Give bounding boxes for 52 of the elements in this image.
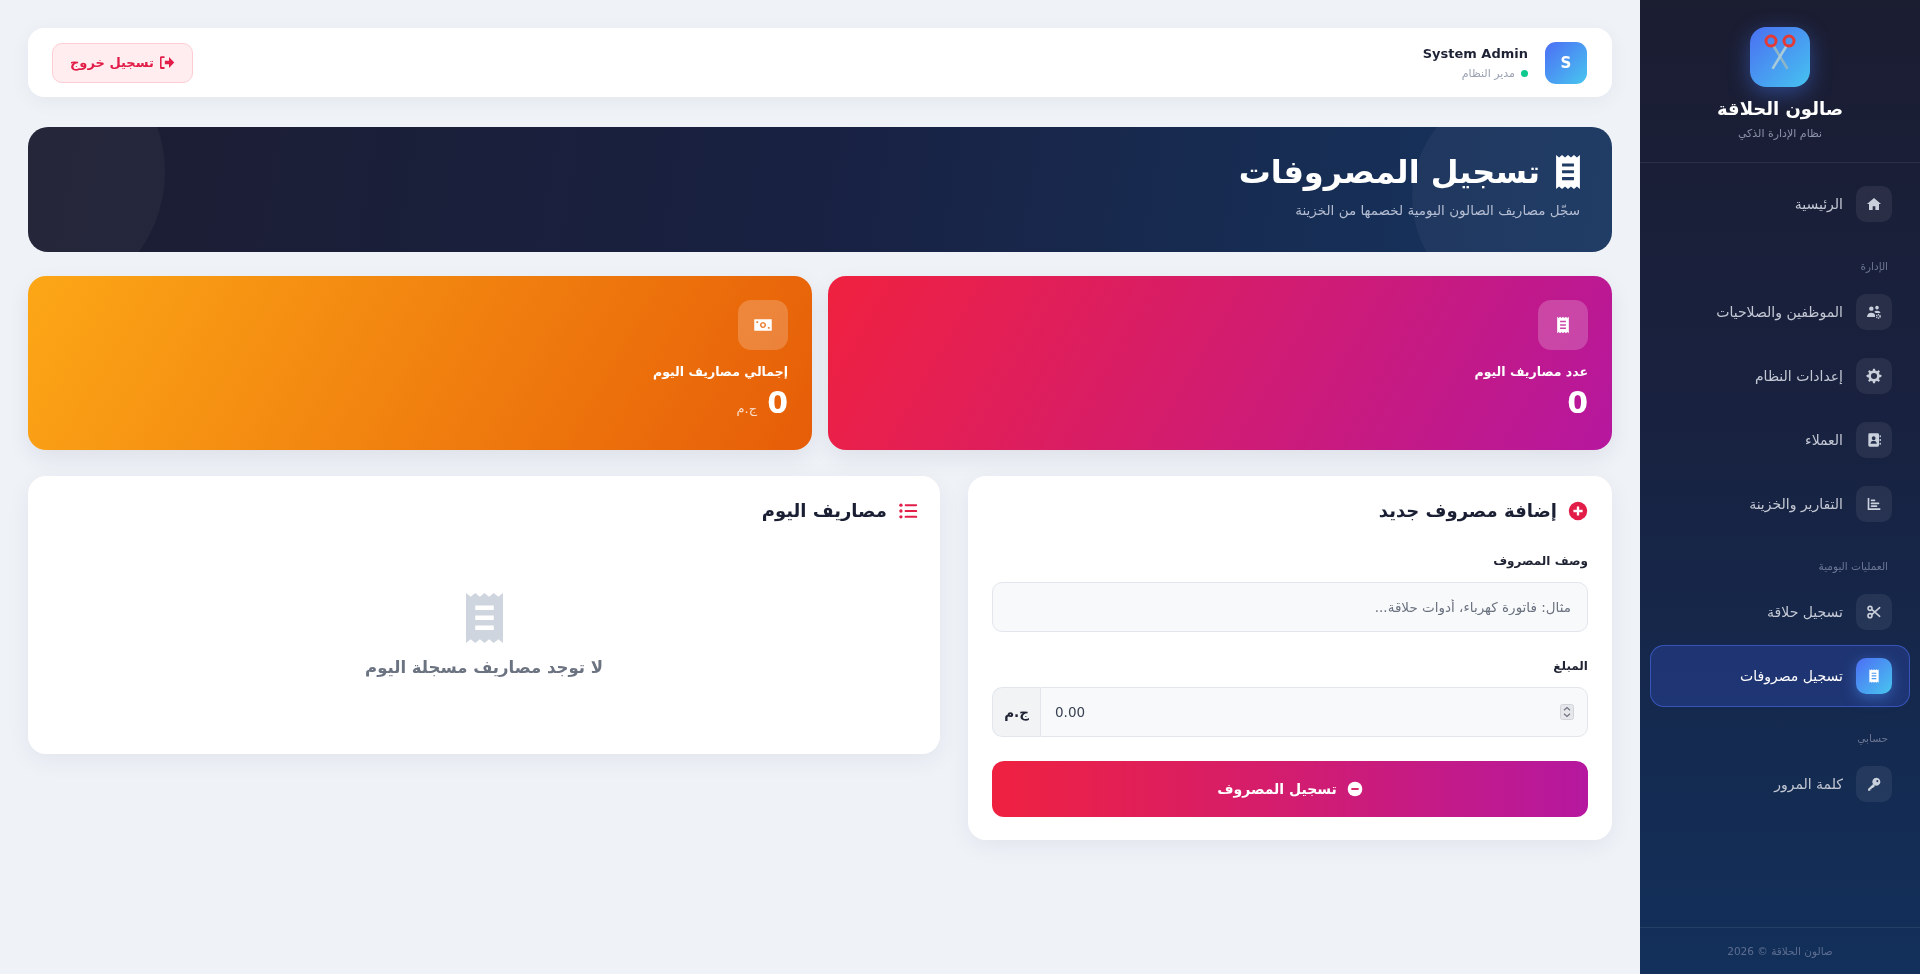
card-title: مصاريف اليوم bbox=[761, 499, 887, 524]
list-icon bbox=[898, 501, 918, 521]
scissors-icon bbox=[1856, 594, 1892, 630]
gear-icon bbox=[1856, 358, 1892, 394]
bar-chart-icon bbox=[1856, 486, 1892, 522]
user-name: System Admin bbox=[1422, 44, 1528, 62]
field-label: وصف المصروف bbox=[1492, 553, 1588, 569]
currency-addon: ج.م bbox=[992, 687, 1040, 737]
nav-item[interactable]: الرئيسية bbox=[1650, 173, 1910, 235]
page-subtitle: سجّل مصاريف الصالون اليومية لخصمها من الخزينة bbox=[1295, 201, 1580, 219]
nav-item[interactable]: تسجيل مصروفات bbox=[1650, 645, 1910, 707]
nav-item[interactable]: التقارير والخزينة bbox=[1650, 473, 1910, 535]
sign-out-icon bbox=[159, 55, 175, 70]
receipt-icon bbox=[1556, 155, 1580, 189]
plus-circle-icon bbox=[1568, 501, 1588, 521]
key-icon bbox=[1856, 766, 1892, 802]
scissors-logo-icon bbox=[1750, 27, 1810, 87]
section-heading: الإدارة bbox=[1860, 259, 1888, 274]
receipt-icon bbox=[1538, 300, 1588, 350]
home-icon bbox=[1856, 186, 1892, 222]
address-book-icon bbox=[1856, 422, 1892, 458]
minus-circle-icon bbox=[1346, 781, 1363, 797]
empty-message: لا توجد مصاريف مسجلة اليوم bbox=[365, 657, 603, 679]
card-title: إضافة مصروف جديد bbox=[1378, 499, 1557, 524]
section-heading: العمليات اليومية bbox=[1818, 559, 1888, 574]
user-avatar: S bbox=[1545, 41, 1587, 84]
field-label: المبلغ bbox=[1552, 658, 1588, 674]
nav-item[interactable]: الموظفين والصلاحيات bbox=[1650, 281, 1910, 343]
stat-label: عدد مصاريف اليوم bbox=[1474, 363, 1588, 380]
brand-title: صالون الحلاقة bbox=[1716, 97, 1844, 121]
nav-item[interactable]: العملاء bbox=[1650, 409, 1910, 471]
submit-button[interactable]: تسجيل المصروف bbox=[992, 761, 1588, 817]
users-gear-icon bbox=[1856, 294, 1892, 330]
currency-unit: ج.م bbox=[736, 401, 758, 416]
spinner-icon[interactable] bbox=[1560, 704, 1574, 720]
stat-label: إجمالي مصاريف اليوم bbox=[652, 363, 788, 380]
footer-text: صالون الحلاقة © 2026 bbox=[1727, 945, 1833, 957]
user-role: مدير النظام bbox=[1461, 65, 1515, 81]
brand-subtitle: نظام الإدارة الذكي bbox=[1737, 127, 1823, 141]
receipt-icon bbox=[465, 593, 503, 643]
logout-button[interactable]: تسجيل خروج bbox=[52, 42, 193, 83]
page-title: تسجيل المصروفات bbox=[1238, 151, 1540, 193]
nav-item[interactable]: تسجيل حلاقة bbox=[1650, 581, 1910, 643]
stat-value: 0 bbox=[1567, 385, 1588, 421]
description-field[interactable]: مثال: فاتورة كهرباء، أدوات حلاقة... bbox=[992, 582, 1588, 632]
receipt-icon bbox=[1856, 658, 1892, 694]
section-heading: حسابي bbox=[1857, 731, 1888, 746]
nav-item[interactable]: إعدادات النظام bbox=[1650, 345, 1910, 407]
nav-item[interactable]: كلمة المرور bbox=[1650, 753, 1910, 815]
banknote-icon bbox=[738, 300, 788, 350]
stat-value: 0 bbox=[767, 385, 788, 421]
amount-field[interactable]: 0.00 bbox=[1040, 687, 1588, 737]
